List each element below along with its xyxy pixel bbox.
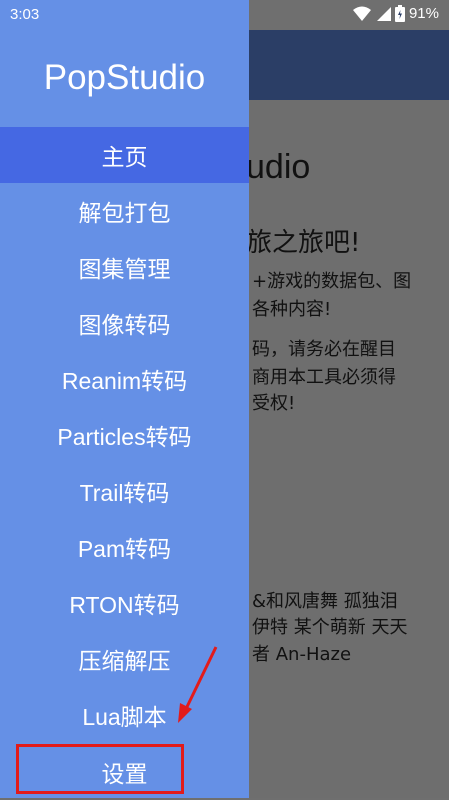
intro-line-1: +游戏的数据包、图 <box>252 271 412 292</box>
status-icons: 91% <box>352 5 439 22</box>
credits-line-1: &和风唐舞 孤独泪 <box>252 591 398 612</box>
menu-item-reanim[interactable]: Reanim转码 <box>0 351 249 407</box>
settings-highlight-box <box>16 744 184 794</box>
menu-item-home[interactable]: 主页 <box>0 127 249 183</box>
menu-item-image-convert[interactable]: 图像转码 <box>0 295 249 351</box>
status-time: 3:03 <box>10 6 40 23</box>
notice-line-2: 商用本工具必须得 <box>252 367 396 388</box>
page-subtitle: 旅之旅吧! <box>246 228 361 258</box>
red-arrow-icon <box>178 646 218 723</box>
signal-icon <box>375 6 391 22</box>
status-bar: 3:03 91% <box>0 0 449 30</box>
menu-item-trail[interactable]: Trail转码 <box>0 463 249 519</box>
intro-line-2: 各种内容! <box>252 299 332 320</box>
notice-line-3: 受权! <box>252 393 296 414</box>
page-title: udio <box>246 148 311 186</box>
credits-line-3: 者 An-Haze <box>252 644 352 665</box>
credits-line-2: 伊特 某个萌新 天天 <box>252 617 408 638</box>
drawer-title: PopStudio <box>43 58 206 97</box>
wifi-icon <box>352 6 371 22</box>
battery-icon <box>394 5 405 22</box>
menu-item-rton[interactable]: RTON转码 <box>0 575 249 631</box>
menu-item-unpack[interactable]: 解包打包 <box>0 183 249 239</box>
menu-item-pam[interactable]: Pam转码 <box>0 519 249 575</box>
menu-item-particles[interactable]: Particles转码 <box>0 407 249 463</box>
menu-item-atlas[interactable]: 图集管理 <box>0 239 249 295</box>
battery-percent: 91% <box>408 5 439 22</box>
notice-line-1: 码，请务必在醒目 <box>252 339 396 360</box>
